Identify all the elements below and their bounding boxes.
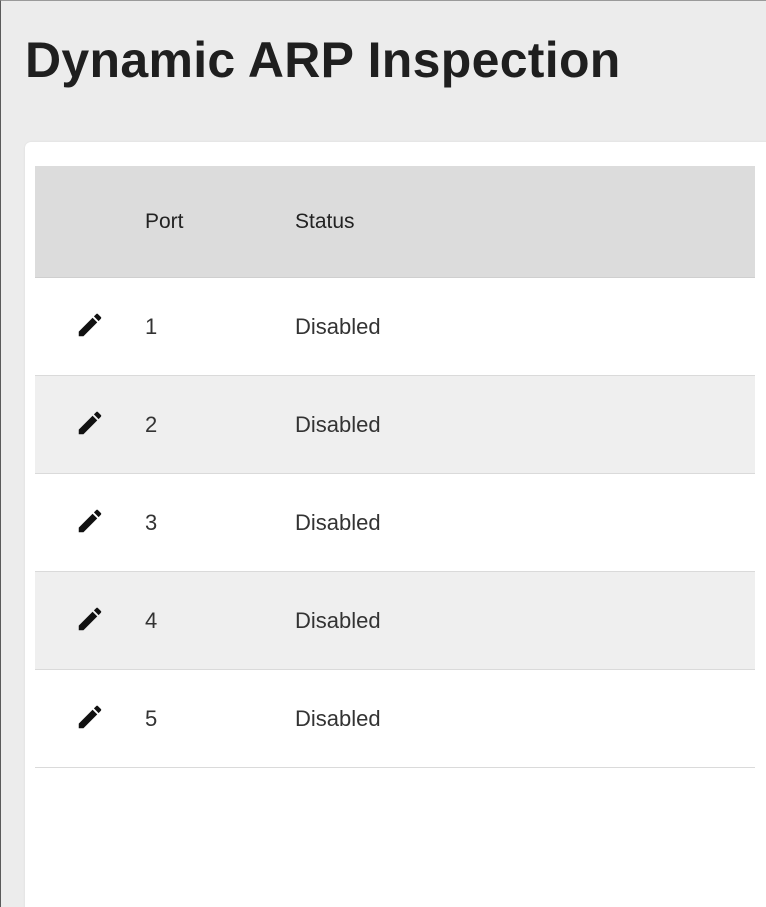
table-row: 3 Disabled: [35, 474, 755, 572]
header-status[interactable]: Status: [295, 210, 755, 234]
status-cell: Disabled: [295, 411, 381, 437]
page: Dynamic ARP Inspection Port Status 1 Dis…: [0, 0, 766, 907]
status-cell: Disabled: [295, 313, 381, 339]
pencil-icon: [75, 506, 105, 539]
status-cell: Disabled: [295, 509, 381, 535]
pencil-icon: [75, 702, 105, 735]
table-header: Port Status: [35, 166, 755, 278]
port-cell: 4: [145, 607, 158, 633]
pencil-icon: [75, 310, 105, 343]
table-row: 2 Disabled: [35, 376, 755, 474]
port-cell: 5: [145, 705, 158, 731]
table-row: 1 Disabled: [35, 278, 755, 376]
edit-port-button[interactable]: [70, 503, 110, 543]
header-port[interactable]: Port: [145, 210, 295, 234]
status-cell: Disabled: [295, 607, 381, 633]
port-cell: 1: [145, 313, 158, 339]
port-table: Port Status 1 Disabled 2 Disabled 3 Disa…: [35, 166, 755, 768]
pencil-icon: [75, 604, 105, 637]
edit-port-button[interactable]: [70, 699, 110, 739]
port-cell: 2: [145, 411, 158, 437]
table-row: 5 Disabled: [35, 670, 755, 768]
status-cell: Disabled: [295, 705, 381, 731]
edit-port-button[interactable]: [70, 307, 110, 347]
table-row: 4 Disabled: [35, 572, 755, 670]
page-title: Dynamic ARP Inspection: [25, 32, 621, 88]
pencil-icon: [75, 408, 105, 441]
edit-port-button[interactable]: [70, 601, 110, 641]
port-cell: 3: [145, 509, 158, 535]
edit-port-button[interactable]: [70, 405, 110, 445]
